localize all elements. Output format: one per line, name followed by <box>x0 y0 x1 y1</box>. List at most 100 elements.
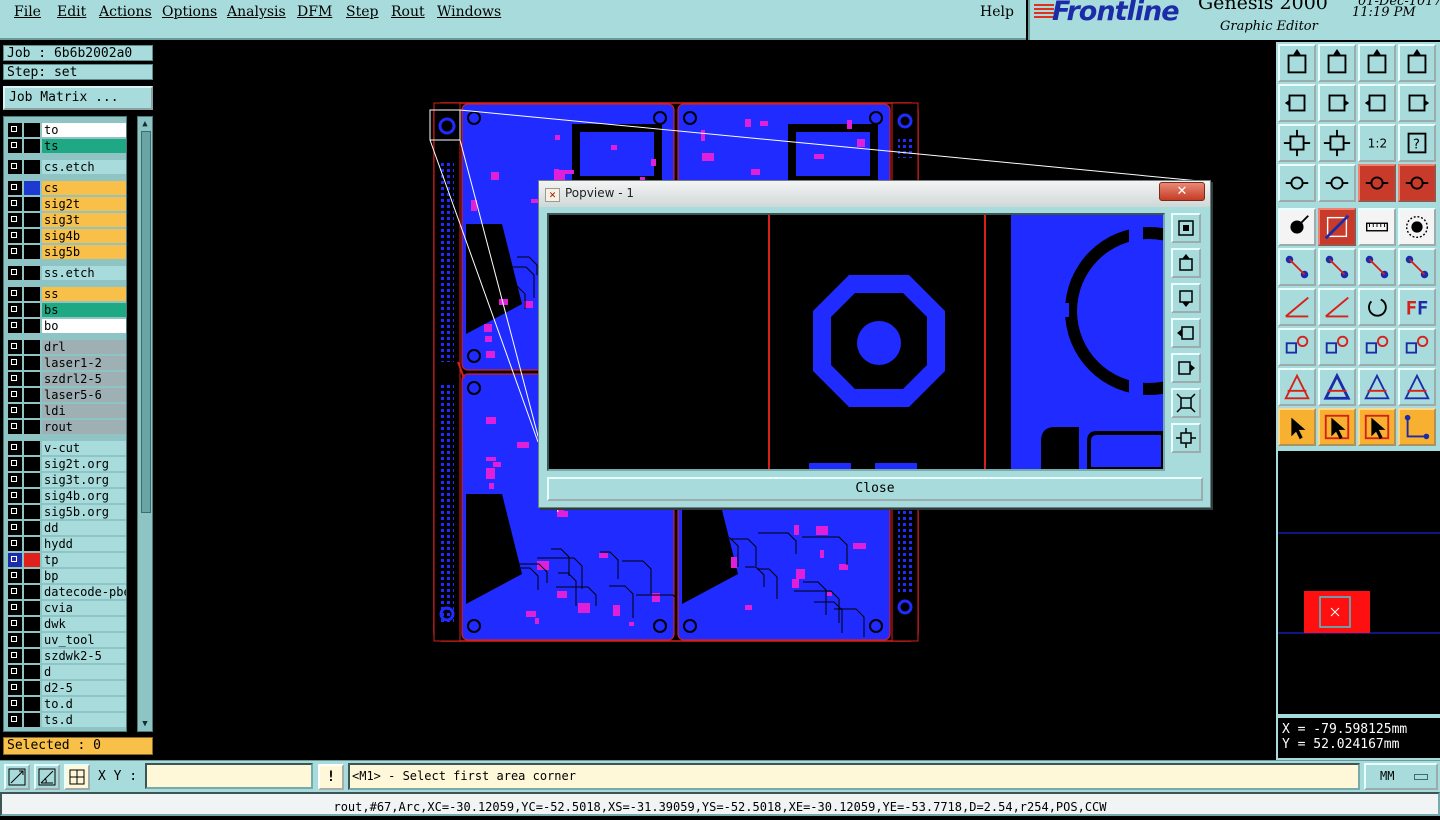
layer-checkbox[interactable] <box>8 197 22 211</box>
triangle-arrow-icon[interactable] <box>1358 368 1396 406</box>
alert-button[interactable]: ! <box>318 764 344 790</box>
triangle-bold-icon[interactable] <box>1318 368 1356 406</box>
mirror-f-icon[interactable]: FF <box>1398 288 1436 326</box>
layer-row[interactable]: sig3t.org <box>6 473 126 487</box>
layer-row[interactable]: to.d <box>6 697 126 711</box>
layer-checkbox[interactable] <box>8 585 22 599</box>
layer-checkbox[interactable] <box>8 356 22 370</box>
layer-name[interactable]: ss <box>42 287 126 301</box>
layer-color-swatch[interactable] <box>24 553 40 567</box>
layer-checkbox[interactable] <box>8 457 22 471</box>
layer-checkbox[interactable] <box>8 213 22 227</box>
layer-row[interactable]: bp <box>6 569 126 583</box>
line-select-icon[interactable] <box>1318 328 1356 366</box>
layer-name[interactable]: bo <box>42 319 126 333</box>
grid-snap-button[interactable] <box>64 764 90 790</box>
layer-name[interactable]: ss.etch <box>42 266 126 280</box>
layer-name[interactable]: ldi <box>42 404 126 418</box>
layer-row[interactable]: ldi <box>6 404 126 418</box>
popview-close-button[interactable]: Close <box>547 477 1203 501</box>
layer-row[interactable]: dwk <box>6 617 126 631</box>
layer-name[interactable]: d <box>42 665 126 679</box>
layer-scrollbar[interactable]: ▲ ▼ <box>137 116 153 732</box>
layer-name[interactable]: cs.etch <box>42 160 126 174</box>
net-icon[interactable] <box>1278 248 1316 286</box>
arc-cw-icon[interactable] <box>1358 248 1396 286</box>
pv-zoom-in-button[interactable] <box>1171 423 1201 453</box>
layer-name[interactable]: laser1-2 <box>42 356 126 370</box>
snap-mode-button[interactable] <box>4 764 30 790</box>
menu-actions[interactable]: Actions <box>99 4 152 20</box>
layer-name[interactable]: uv_tool <box>42 633 126 647</box>
layer-color-swatch[interactable] <box>24 266 40 280</box>
measure-pad-icon[interactable] <box>1358 328 1396 366</box>
pv-zoom-fit-button[interactable] <box>1171 213 1201 243</box>
pad-icon[interactable] <box>1278 208 1316 246</box>
scroll-thumb[interactable] <box>141 131 151 513</box>
cross-icon[interactable] <box>1318 248 1356 286</box>
layer-checkbox[interactable] <box>8 569 22 583</box>
layer-checkbox[interactable] <box>8 601 22 615</box>
layer-color-swatch[interactable] <box>24 681 40 695</box>
ruler-icon[interactable] <box>1358 208 1396 246</box>
layer-name[interactable]: sig3t.org <box>42 473 126 487</box>
layer-checkbox[interactable] <box>8 340 22 354</box>
layer-name[interactable]: d2-5 <box>42 681 126 695</box>
layer-name[interactable]: hydd <box>42 537 126 551</box>
layer-color-swatch[interactable] <box>24 420 40 434</box>
menu-windows[interactable]: Windows <box>437 4 501 20</box>
layer-row[interactable]: sig2t <box>6 197 126 211</box>
layer-name[interactable]: cvia <box>42 601 126 615</box>
help-query-icon[interactable]: ? <box>1398 124 1436 162</box>
snap-red-alt-icon[interactable] <box>1398 164 1436 202</box>
layer-checkbox[interactable] <box>8 441 22 455</box>
pan-right-icon[interactable] <box>1318 84 1356 122</box>
zoom-out-icon[interactable] <box>1318 124 1356 162</box>
pv-pan-up-button[interactable] <box>1171 248 1201 278</box>
layer-row[interactable]: tp <box>6 553 126 567</box>
menu-rout[interactable]: Rout <box>391 4 425 20</box>
layer-color-swatch[interactable] <box>24 601 40 615</box>
arc-ccw-icon[interactable] <box>1398 248 1436 286</box>
layer-row[interactable]: uv_tool <box>6 633 126 647</box>
layer-name[interactable]: sig4b <box>42 229 126 243</box>
layer-row[interactable]: sig3t <box>6 213 126 227</box>
layer-row[interactable]: sig2t.org <box>6 457 126 471</box>
pan-left-icon[interactable] <box>1278 84 1316 122</box>
layer-name[interactable]: sig3t <box>42 213 126 227</box>
zoom-home-icon[interactable] <box>1278 44 1316 82</box>
layer-row[interactable]: cvia <box>6 601 126 615</box>
layer-color-swatch[interactable] <box>24 457 40 471</box>
layer-checkbox[interactable] <box>8 123 22 137</box>
triangle-icon[interactable] <box>1278 368 1316 406</box>
layer-row[interactable]: cs <box>6 181 126 195</box>
layer-checkbox[interactable] <box>8 160 22 174</box>
layer-color-swatch[interactable] <box>24 181 40 195</box>
layer-row[interactable]: laser1-2 <box>6 356 126 370</box>
menu-options[interactable]: Options <box>162 4 217 20</box>
layer-name[interactable]: rout <box>42 420 126 434</box>
layer-color-swatch[interactable] <box>24 319 40 333</box>
layer-checkbox[interactable] <box>8 521 22 535</box>
pv-zoom-out-button[interactable] <box>1171 388 1201 418</box>
layer-name[interactable]: to.d <box>42 697 126 711</box>
layer-checkbox[interactable] <box>8 404 22 418</box>
layer-row[interactable]: d2-5 <box>6 681 126 695</box>
zoom-area-icon[interactable] <box>1398 44 1436 82</box>
layer-row[interactable]: dd <box>6 521 126 535</box>
layer-row[interactable]: drl <box>6 340 126 354</box>
layer-checkbox[interactable] <box>8 473 22 487</box>
layer-name[interactable]: cs <box>42 181 126 195</box>
layer-row[interactable]: ts.d <box>6 713 126 727</box>
layer-name[interactable]: tp <box>42 553 126 567</box>
layer-checkbox[interactable] <box>8 537 22 551</box>
layer-name[interactable]: drl <box>42 340 126 354</box>
layer-name[interactable]: dd <box>42 521 126 535</box>
layer-row[interactable]: sig5b.org <box>6 505 126 519</box>
redraw-icon[interactable] <box>1358 84 1396 122</box>
layer-checkbox[interactable] <box>8 287 22 301</box>
layer-row[interactable]: ss <box>6 287 126 301</box>
angle-icon[interactable] <box>1278 288 1316 326</box>
layer-color-swatch[interactable] <box>24 303 40 317</box>
layer-name[interactable]: sig2t.org <box>42 457 126 471</box>
